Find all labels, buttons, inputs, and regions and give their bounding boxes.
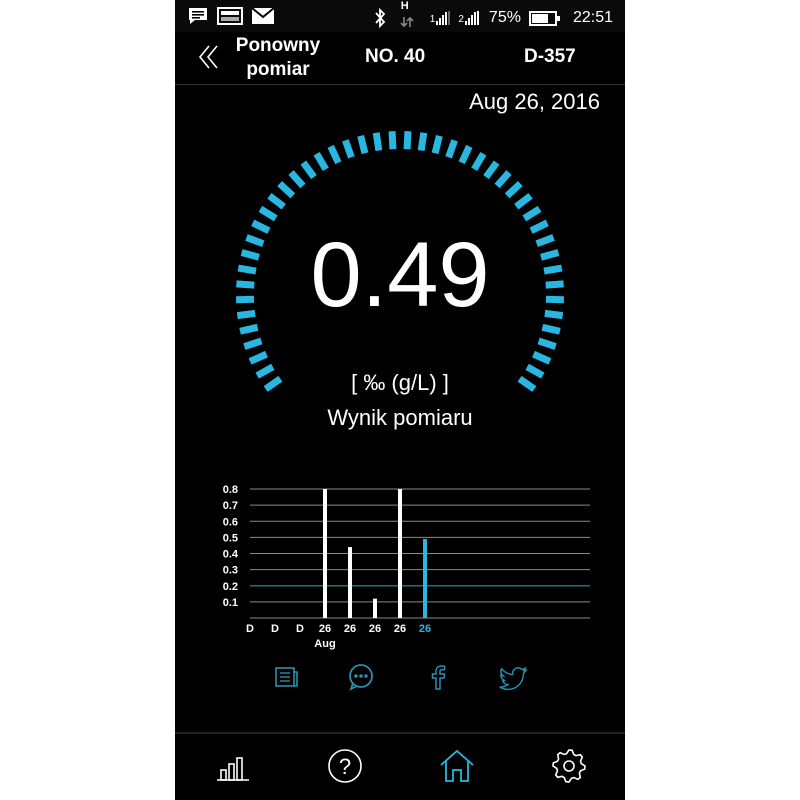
x-tick-label: 26 — [394, 623, 406, 635]
bar — [398, 489, 402, 618]
month-label: Aug — [314, 638, 335, 650]
gear-hub — [563, 760, 575, 772]
gauge-tick — [417, 132, 428, 152]
gauge-tick — [388, 131, 397, 150]
settings-icon[interactable] — [549, 746, 589, 786]
message-bubble-icon[interactable] — [346, 662, 376, 692]
result-label: Wynik pomiaru — [327, 405, 473, 430]
gauge-tick — [239, 323, 259, 335]
bar — [373, 598, 377, 618]
y-tick-label: 0.6 — [223, 516, 238, 528]
battery-percent: 75% — [488, 9, 521, 26]
double-chevron-left-icon[interactable] — [197, 42, 223, 72]
bluetooth-icon — [375, 8, 386, 28]
x-tick-label: D — [296, 623, 304, 635]
gauge-tick — [471, 151, 487, 172]
gauge-tick — [267, 193, 286, 210]
gauge-tick — [243, 337, 263, 350]
y-tick-label: 0.4 — [223, 549, 239, 561]
bar — [323, 489, 327, 618]
help-glyph: ? — [339, 754, 351, 779]
gauge-tick — [300, 160, 317, 180]
measurement-date: Aug 26, 2016 — [469, 89, 600, 114]
facebook-icon[interactable] — [423, 662, 453, 692]
gauge-tick — [494, 170, 512, 189]
gauge-tick — [327, 144, 342, 165]
gauge-tick — [483, 160, 500, 180]
x-tick-label: 26 — [369, 623, 381, 635]
y-tick-label: 0.7 — [223, 500, 238, 512]
y-tick-label: 0.1 — [223, 597, 238, 609]
signal-sim1-icon — [436, 11, 451, 25]
stats-icon[interactable] — [213, 746, 253, 786]
battery-level-fill — [531, 13, 549, 23]
gear-outline — [552, 749, 586, 783]
signal-sim2: 2 — [458, 11, 481, 25]
bar — [348, 547, 352, 618]
gauge-tick — [258, 205, 278, 222]
status-bar: H 1 2 75% 22:51 — [175, 0, 625, 32]
y-tick-label: 0.3 — [223, 565, 238, 577]
gauge-tick — [541, 323, 561, 335]
bar — [423, 538, 427, 618]
gauge-tick — [532, 350, 552, 365]
share-row — [175, 660, 625, 700]
y-tick-label: 0.2 — [223, 581, 238, 593]
gauge-tick — [522, 205, 542, 222]
result-unit: [ ‰ (g/L) ] — [351, 370, 449, 395]
y-tick-label: 0.5 — [223, 532, 238, 544]
gauge-tick — [342, 139, 355, 159]
network-type-label: H — [400, 0, 409, 12]
gauge-tick — [458, 144, 473, 165]
data-arrows-icon — [400, 16, 414, 28]
gauge-tick — [537, 337, 557, 350]
x-tick-label: D — [271, 623, 279, 635]
title-line-1: Ponowny — [235, 35, 321, 56]
y-tick-label: 0.8 — [223, 484, 238, 496]
clock: 22:51 — [572, 9, 613, 26]
x-tick-label: 26 — [419, 623, 431, 635]
home-icon[interactable] — [437, 746, 477, 786]
app-screen: H 1 2 75% 22:51 Ponowny pomiar NO. 40 D-… — [175, 0, 625, 800]
history-chart: 0.1 0.2 0.3 0.4 0.5 0.6 0.7 0.8 D D D 26 26 26 26 26 Aug — [223, 484, 590, 650]
help-icon[interactable]: ? — [325, 746, 365, 786]
measurement-number: NO. 40 — [365, 46, 426, 67]
image-icon — [217, 7, 243, 25]
sim1-label: 1 — [429, 14, 436, 25]
battery-icon — [528, 10, 560, 26]
x-tick-label: 26 — [319, 623, 331, 635]
signal-sim2-icon — [464, 11, 479, 25]
gauge-tick — [403, 131, 412, 150]
gauge-tick — [313, 151, 329, 172]
gauge-tick — [288, 170, 306, 189]
gauge-tick — [372, 132, 383, 152]
notes-icon[interactable] — [271, 662, 301, 692]
title-line-2: pomiar — [246, 59, 310, 80]
gauge-tick — [445, 139, 458, 159]
gauge-tick — [431, 134, 443, 155]
retest-button[interactable]: Ponowny pomiar — [223, 34, 333, 82]
gauge-tick — [357, 134, 369, 155]
gauge-tick — [277, 181, 296, 199]
twitter-icon[interactable] — [499, 662, 529, 692]
sim2-label: 2 — [458, 14, 464, 25]
device-id: D-357 — [524, 46, 576, 67]
x-tick-label: D — [246, 623, 254, 635]
bottom-nav: ? — [175, 732, 625, 800]
gauge-tick — [248, 350, 268, 365]
gauge-tick — [514, 193, 533, 210]
x-tick-label: 26 — [344, 623, 356, 635]
result-value: 0.49 — [310, 224, 490, 326]
header-bar: Ponowny pomiar NO. 40 D-357 — [175, 32, 625, 85]
network-data-indicator: H — [400, 0, 414, 30]
mail-icon — [251, 7, 275, 24]
message-icon — [189, 8, 207, 24]
gauge-tick — [504, 181, 523, 199]
signal-sim1: 1 — [430, 11, 451, 25]
